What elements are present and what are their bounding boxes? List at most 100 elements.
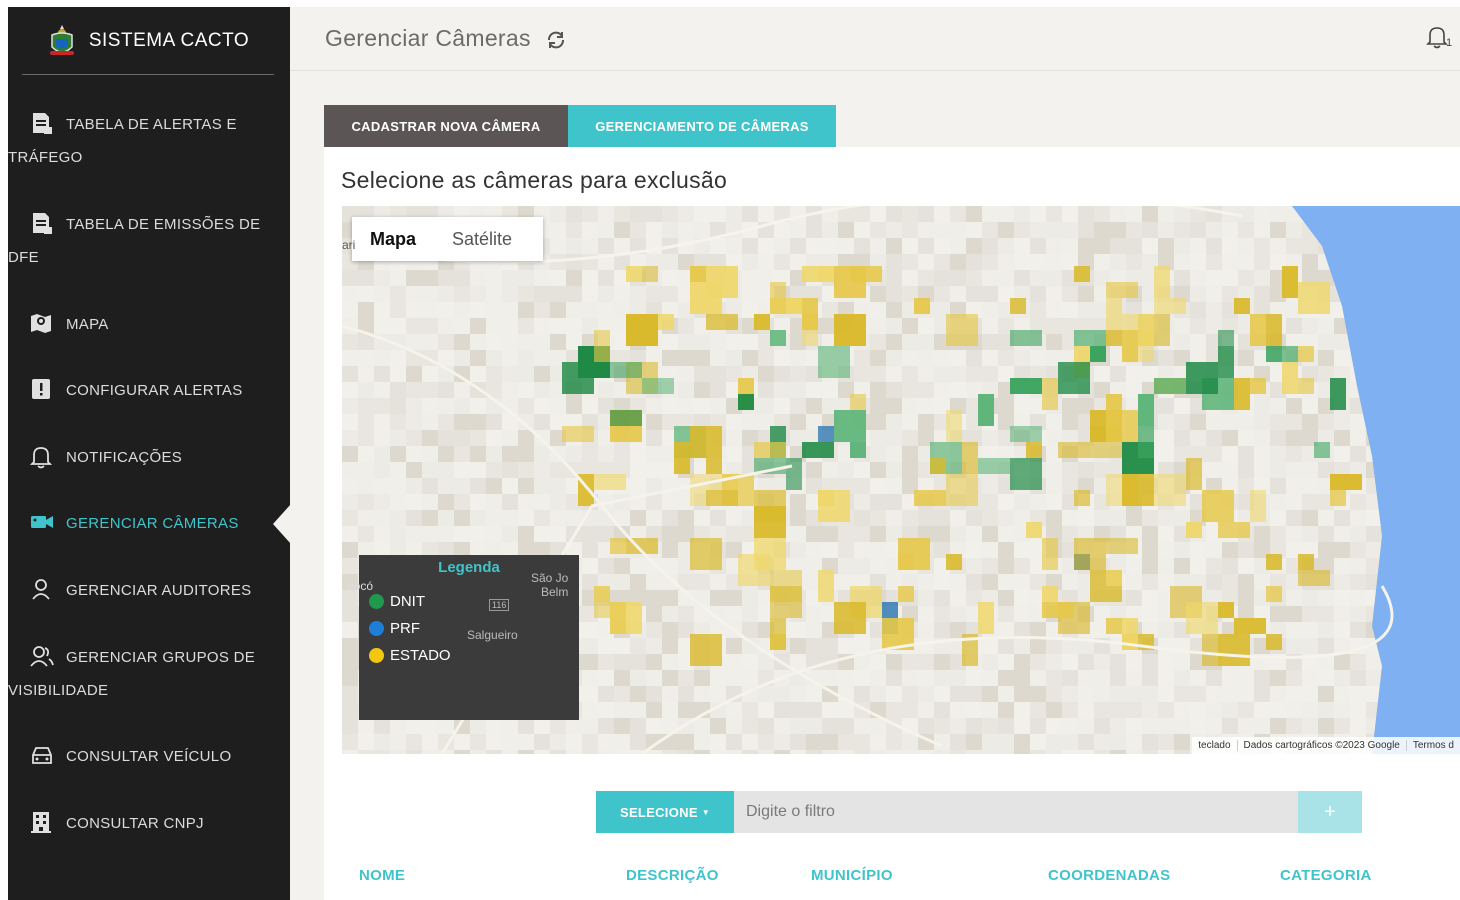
map-tile bbox=[438, 270, 454, 286]
map-tile bbox=[390, 414, 406, 430]
map-tile bbox=[662, 510, 678, 526]
map-tile bbox=[598, 638, 614, 654]
map-tile bbox=[1254, 254, 1270, 270]
map-tile bbox=[1014, 398, 1030, 414]
map-tile bbox=[1046, 462, 1062, 478]
map-tile bbox=[550, 238, 566, 254]
alert-icon bbox=[30, 378, 54, 400]
notifications-button[interactable]: 1 bbox=[1426, 25, 1454, 53]
map-tile bbox=[550, 734, 566, 750]
map-tile bbox=[502, 382, 518, 398]
sidebar-item-manage-auditors[interactable]: GERENCIAR AUDITORES bbox=[30, 574, 270, 607]
map-tile bbox=[342, 750, 358, 754]
map-tile bbox=[1254, 238, 1270, 254]
map-tile bbox=[1142, 558, 1158, 574]
map-tile bbox=[630, 462, 646, 478]
keyboard-shortcuts-link[interactable]: teclado bbox=[1192, 740, 1236, 751]
camera-marker bbox=[850, 266, 882, 282]
map-tile bbox=[454, 494, 470, 510]
column-header-description[interactable]: DESCRIÇÃO bbox=[626, 867, 719, 884]
map-tile bbox=[1270, 718, 1286, 734]
map-tile bbox=[790, 718, 806, 734]
sidebar-item-manage-cameras[interactable]: GERENCIAR CÂMERAS bbox=[30, 507, 270, 540]
map-tile bbox=[1030, 494, 1046, 510]
camera-marker bbox=[754, 538, 786, 570]
map-tile bbox=[822, 734, 838, 750]
map-tile bbox=[1286, 718, 1302, 734]
map-tile bbox=[1158, 734, 1174, 750]
map-tile bbox=[1334, 446, 1350, 462]
map-tile bbox=[1334, 542, 1350, 558]
map-tile bbox=[342, 350, 358, 366]
column-header-category[interactable]: CATEGORIA bbox=[1280, 867, 1372, 884]
map-tile bbox=[710, 734, 726, 750]
column-header-name[interactable]: NOME bbox=[359, 867, 405, 884]
sidebar-item-alerts-table[interactable]: TABELA DE ALERTAS E TRÁFEGO bbox=[8, 108, 270, 174]
map-tile bbox=[470, 414, 486, 430]
map-tile bbox=[1334, 350, 1350, 366]
sidebar-item-label: TABELA DE EMISSÕES DE bbox=[66, 216, 261, 233]
map-tile bbox=[790, 350, 806, 366]
map-tile bbox=[486, 718, 502, 734]
column-header-municipality[interactable]: MUNICÍPIO bbox=[811, 867, 893, 884]
sidebar-item-configure-alerts[interactable]: CONFIGURAR ALERTAS bbox=[30, 374, 270, 407]
column-header-coordinates[interactable]: COORDENADAS bbox=[1048, 867, 1170, 884]
map-tile bbox=[438, 334, 454, 350]
map-tile bbox=[758, 366, 774, 382]
sidebar-item-query-vehicle[interactable]: CONSULTAR VEÍCULO bbox=[30, 740, 270, 773]
map-tile bbox=[982, 670, 998, 686]
map-tile bbox=[614, 686, 630, 702]
add-filter-button[interactable]: + bbox=[1298, 791, 1362, 833]
refresh-icon[interactable] bbox=[545, 29, 567, 51]
map-tile bbox=[1078, 718, 1094, 734]
map-tile bbox=[422, 478, 438, 494]
camera-marker bbox=[1202, 634, 1218, 666]
map-tile bbox=[934, 702, 950, 718]
map-tile bbox=[582, 750, 598, 754]
map-tile bbox=[950, 382, 966, 398]
map-tile bbox=[758, 750, 774, 754]
map-tile bbox=[918, 222, 934, 238]
map-tile bbox=[1014, 750, 1030, 754]
map-tile bbox=[1014, 734, 1030, 750]
map-tile bbox=[934, 510, 950, 526]
map-tile bbox=[694, 686, 710, 702]
map-tile bbox=[998, 494, 1014, 510]
map-tile bbox=[486, 302, 502, 318]
map-tile bbox=[758, 382, 774, 398]
map-tile bbox=[550, 318, 566, 334]
camera-marker bbox=[1234, 618, 1266, 634]
sidebar-item-dfe-table[interactable]: TABELA DE EMISSÕES DE DFE bbox=[8, 208, 270, 274]
map-tile bbox=[758, 702, 774, 718]
filter-input[interactable] bbox=[734, 791, 1298, 833]
card-title: Selecione as câmeras para exclusão bbox=[341, 167, 728, 193]
map-tile bbox=[1046, 414, 1062, 430]
map-tile bbox=[342, 510, 358, 526]
map-tile bbox=[598, 238, 614, 254]
camera-marker bbox=[674, 442, 690, 474]
map-tile bbox=[758, 238, 774, 254]
map-tile bbox=[1014, 222, 1030, 238]
map-tile bbox=[406, 494, 422, 510]
map-type-map-button[interactable]: Mapa bbox=[352, 217, 434, 261]
sidebar-item-notifications[interactable]: NOTIFICAÇÕES bbox=[29, 441, 270, 474]
brand[interactable]: SISTEMA CACTO bbox=[22, 7, 274, 75]
tab-camera-management[interactable]: GERENCIAMENTO DE CÂMERAS bbox=[568, 105, 836, 147]
sidebar-item-manage-visibility-groups[interactable]: GERENCIAR GRUPOS DE VISIBILIDADE bbox=[8, 641, 270, 707]
sidebar-item-query-cnpj[interactable]: CONSULTAR CNPJ bbox=[30, 807, 270, 840]
map-tile bbox=[374, 382, 390, 398]
map-tile bbox=[374, 478, 390, 494]
map-tile bbox=[502, 430, 518, 446]
map-tile bbox=[1238, 702, 1254, 718]
tab-register-camera[interactable]: CADASTRAR NOVA CÂMERA bbox=[324, 105, 568, 147]
select-dropdown-button[interactable]: SELECIONE ▼ bbox=[596, 791, 734, 833]
map-tile bbox=[822, 670, 838, 686]
map-tile bbox=[1350, 494, 1366, 510]
map-tile bbox=[1014, 590, 1030, 606]
map-tile bbox=[566, 222, 582, 238]
map-tile bbox=[1174, 750, 1190, 754]
map-type-satellite-button[interactable]: Satélite bbox=[434, 217, 530, 261]
sidebar-item-map[interactable]: MAPA bbox=[30, 308, 270, 341]
map[interactable]: Mapa Satélite Legenda DNIT PRF ESTADO Sã… bbox=[342, 206, 1460, 754]
terms-link[interactable]: Termos d bbox=[1405, 740, 1460, 751]
